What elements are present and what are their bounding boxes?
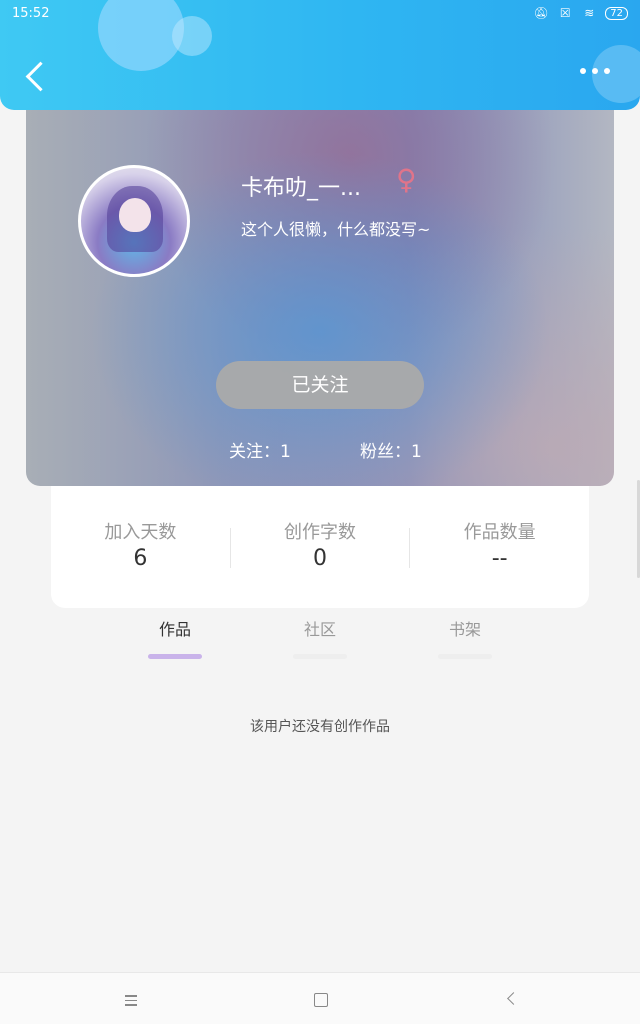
- system-nav-bar: [0, 972, 640, 1024]
- stat-join-days: 加入天数 6: [51, 486, 230, 608]
- recent-apps-button[interactable]: [118, 986, 144, 1012]
- followed-button[interactable]: 已关注: [216, 361, 424, 409]
- stat-label: 作品数量: [463, 522, 536, 543]
- more-dots-icon: [580, 68, 586, 74]
- more-dot: [592, 68, 598, 74]
- status-icons: 🔕︎ ☒ ≋ 72: [533, 6, 628, 20]
- mute-icon: 🔕︎: [533, 6, 549, 20]
- profile-card: 卡布叻_一... ♀ 这个人很懒，什么都没写~ 已关注 关注：1 粉丝：1: [26, 100, 614, 486]
- tab-label: 书架: [448, 620, 481, 639]
- stat-value: 6: [133, 546, 148, 571]
- fans-count[interactable]: 粉丝：1: [360, 437, 422, 462]
- username: 卡布叻_一...: [241, 176, 361, 201]
- decor-bubble: [592, 45, 640, 103]
- tab-community[interactable]: 社区: [275, 616, 365, 659]
- more-button[interactable]: [580, 68, 610, 74]
- avatar-face: [119, 198, 151, 232]
- bio-text: 这个人很懒，什么都没写~: [241, 220, 431, 239]
- tab-label: 作品: [158, 620, 191, 639]
- top-header: 15:52 🔕︎ ☒ ≋ 72: [0, 0, 640, 110]
- status-time: 15:52: [12, 6, 50, 21]
- stat-works-count: 作品数量 --: [410, 486, 589, 608]
- following-count[interactable]: 关注：1: [229, 437, 291, 462]
- stat-word-count: 创作字数 0: [231, 486, 410, 608]
- female-icon: ♀: [396, 163, 417, 196]
- system-back-button[interactable]: [499, 986, 525, 1012]
- stat-value: 0: [313, 546, 327, 571]
- tab-indicator: [148, 654, 202, 659]
- decor-bubble: [172, 16, 212, 56]
- tab-indicator: [293, 654, 347, 659]
- home-button[interactable]: [307, 986, 333, 1012]
- avatar[interactable]: [78, 165, 190, 277]
- empty-state-message: 该用户还没有创作作品: [250, 719, 390, 735]
- menu-icon: [118, 986, 144, 1006]
- wifi-icon: ≋: [584, 6, 595, 20]
- sim-off-icon: ☒: [559, 6, 571, 20]
- battery-icon: 72: [605, 6, 628, 20]
- tab-works[interactable]: 作品: [130, 616, 220, 659]
- stat-label: 创作字数: [284, 522, 356, 543]
- tab-bookshelf[interactable]: 书架: [420, 616, 510, 659]
- stat-label: 加入天数: [104, 522, 177, 543]
- tab-indicator: [438, 654, 492, 659]
- back-button[interactable]: [22, 58, 48, 94]
- more-dot: [604, 68, 610, 74]
- stats-card: 加入天数 6 创作字数 0 作品数量 --: [51, 486, 589, 608]
- stat-value: --: [491, 546, 508, 571]
- tab-label: 社区: [303, 620, 336, 639]
